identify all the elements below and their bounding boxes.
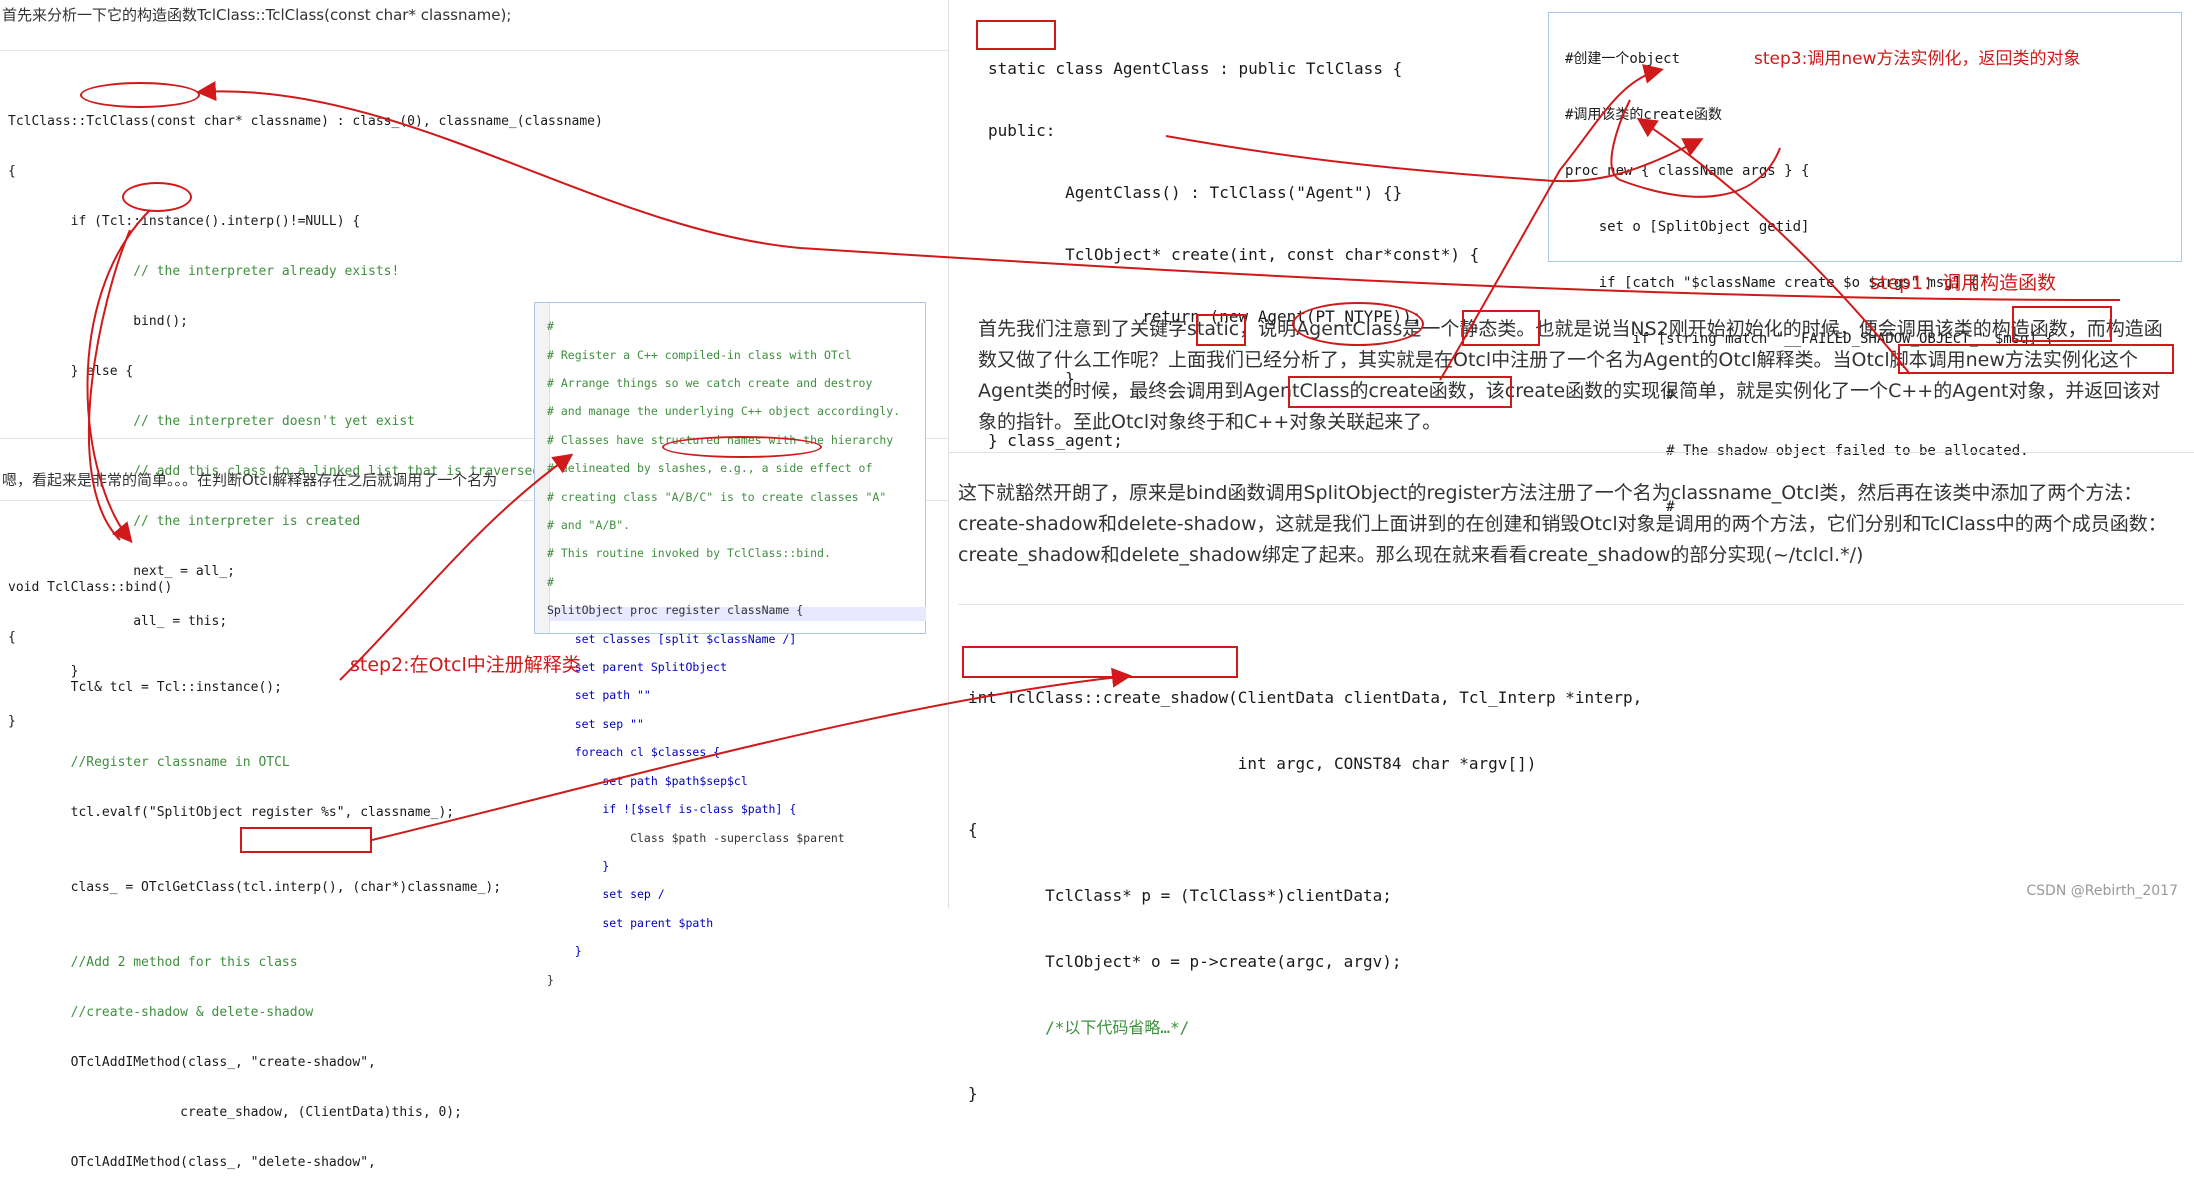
- arrow-bind-2: [87, 229, 131, 541]
- tcl-line: }: [547, 972, 554, 987]
- arrow-step2: [339, 453, 574, 681]
- code-line: create_shadow, (ClientData)this, 0);: [8, 1105, 462, 1120]
- annotation-arrows: [86, 64, 2121, 841]
- code-comment: //Add 2 method for this class: [8, 955, 298, 970]
- code-line: }: [968, 1084, 978, 1103]
- code-line: OTclAddIMethod(class_, "create-shadow",: [8, 1055, 376, 1070]
- loop-step3: [1610, 99, 1781, 198]
- arrow-shadow: [371, 667, 1132, 841]
- tcl-line: set parent $path: [547, 915, 714, 930]
- arrow-agent-create: [1439, 64, 1664, 381]
- arrow-step1: [196, 81, 2121, 301]
- tcl-line: }: [547, 944, 582, 959]
- arrow-create-return: [1165, 135, 1704, 183]
- code-line: TclObject* o = p->create(argc, argv);: [968, 952, 1402, 971]
- code-line: OTclAddIMethod(class_, "delete-shadow",: [8, 1155, 376, 1170]
- code-comment: /*以下代码省略…*/: [968, 1018, 1190, 1037]
- code-comment: //create-shadow & delete-shadow: [8, 1005, 314, 1020]
